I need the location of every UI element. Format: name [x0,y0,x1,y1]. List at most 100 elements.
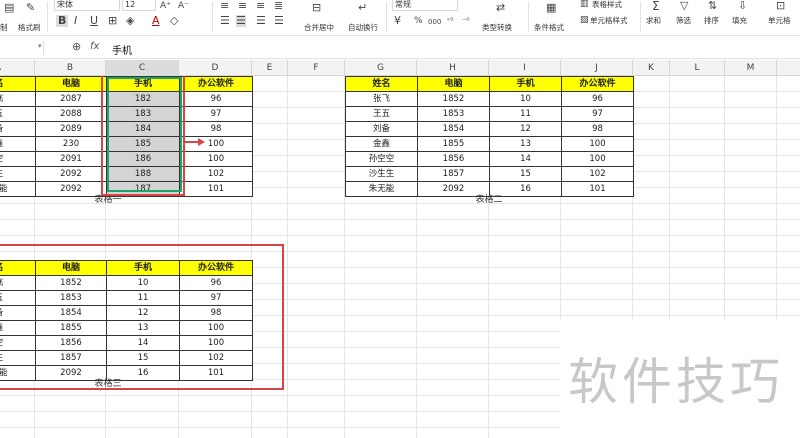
column-header-c[interactable]: C [106,60,179,76]
table-cell[interactable]: 五 [0,106,36,122]
header-cell[interactable]: 手机 [489,76,562,92]
cell-style-icon[interactable]: ▧ [580,14,589,26]
fill-button[interactable]: 填充 [732,15,747,26]
table-style-button[interactable]: 表格样式 [592,0,622,10]
thousands-icon[interactable]: 000 [428,16,441,28]
wrap-text-icon[interactable]: ↵ [358,2,367,14]
column-header-b[interactable]: B [35,60,106,76]
type-convert-button[interactable]: 类型转换 [482,22,512,33]
table-cell[interactable]: 10 [489,91,562,107]
table-cell[interactable]: 飞 [0,91,36,107]
decimal-decrease-icon[interactable]: ⁻⁰ [462,15,469,27]
table-cell[interactable]: 2089 [35,121,107,137]
table-cell[interactable]: 2087 [35,91,107,107]
font-size-select[interactable]: 12 [122,0,156,11]
table-cell[interactable]: 备 [0,121,36,137]
italic-icon[interactable]: I [74,15,77,27]
fx-icon[interactable]: fx [90,41,99,52]
table-cell[interactable]: 2088 [35,106,107,122]
merge-center-button[interactable]: 合并居中 [304,22,334,33]
number-format-select[interactable]: 常规 [392,0,458,11]
align-right-icon[interactable]: ☰ [256,15,266,27]
table-cell[interactable]: 无能 [0,181,36,197]
header-cell[interactable]: 办公软件 [561,76,634,92]
column-header-d[interactable]: D [179,60,252,76]
percent-icon[interactable]: % [414,15,423,27]
column-header-f[interactable]: F [288,60,345,76]
table-cell[interactable]: 张飞 [345,91,418,107]
column-header-i[interactable]: I [489,60,561,76]
fill-icon[interactable]: ⇩ [738,0,747,12]
table-cell[interactable]: 1852 [417,91,490,107]
table-cell[interactable]: 鑫 [0,136,36,152]
table-cell[interactable]: 101 [561,181,634,197]
table-cell[interactable]: 100 [179,151,253,167]
table-cell[interactable]: 2091 [35,151,107,167]
table-cell[interactable]: 96 [179,91,253,107]
wrap-text-button[interactable]: 自动换行 [348,22,378,33]
selection-range[interactable] [107,77,182,192]
filter-icon[interactable]: ▽ [680,0,688,12]
column-header-j[interactable]: J [561,60,633,76]
table-cell[interactable]: 230 [35,136,107,152]
underline-icon[interactable]: U [90,15,98,27]
align-top-icon[interactable]: ≡ [220,0,229,12]
format-painter-button[interactable]: 格式刷 [18,22,41,33]
clear-format-icon[interactable]: ◇ [170,15,178,27]
currency-icon[interactable]: ¥ [394,15,401,27]
table-cell[interactable]: 102 [179,166,253,182]
header-cell[interactable]: 名 [0,76,36,92]
table-cell[interactable]: 15 [489,166,562,182]
paste-icon[interactable]: ▤ [4,2,14,14]
conditional-format-icon[interactable]: ▦ [546,2,556,14]
table-cell[interactable]: 96 [561,91,634,107]
table-cell[interactable]: 空 [0,151,36,167]
conditional-format-button[interactable]: 条件格式 [534,22,564,33]
align-bottom-icon[interactable]: ≡ [256,0,265,12]
name-box-dropdown-icon[interactable]: ▾ [38,42,42,50]
align-center-icon[interactable]: ☰ [236,15,246,27]
table-cell[interactable]: 100 [179,136,253,152]
table-cell[interactable]: 102 [561,166,634,182]
sort-icon[interactable]: ⇅ [708,0,717,12]
sheet-grid[interactable]: 名电脑手机办公软件飞208718296五208818397备208918498鑫… [0,76,800,438]
table-cell[interactable]: 13 [489,136,562,152]
cell-style-button[interactable]: 单元格样式 [590,15,628,26]
table-style-icon[interactable]: ▥ [580,0,589,10]
column-header-m[interactable]: M [725,60,777,76]
table-cell[interactable]: 101 [179,181,253,197]
header-cell[interactable]: 姓名 [345,76,418,92]
align-middle-icon[interactable]: ≡ [238,0,247,12]
border-icon[interactable]: ⊞ [108,15,117,27]
table-cell[interactable]: 沙生生 [345,166,418,182]
increase-font-icon[interactable]: A⁺ [160,0,171,12]
table-cell[interactable]: 100 [561,136,634,152]
format-painter-icon[interactable]: ✎ [26,2,35,14]
column-header-a[interactable]: A [0,60,35,76]
header-cell[interactable]: 办公软件 [179,76,253,92]
table-cell[interactable]: 1856 [417,151,490,167]
cell-button[interactable]: 单元格 [768,15,791,26]
table-cell[interactable]: 1854 [417,121,490,137]
orientation-icon[interactable]: ≣ [274,0,283,12]
column-header-g[interactable]: G [345,60,417,76]
table-cell[interactable]: 孙空空 [345,151,418,167]
type-convert-icon[interactable]: ⇄ [496,2,505,14]
filter-button[interactable]: 筛选 [676,15,691,26]
sort-button[interactable]: 排序 [704,15,719,26]
fill-color-icon[interactable]: ◈ [126,15,134,27]
table-cell[interactable]: 97 [179,106,253,122]
sum-button[interactable]: 求和 [646,15,661,26]
align-left-icon[interactable]: ☰ [220,15,230,27]
header-cell[interactable]: 电脑 [35,76,107,92]
table-cell[interactable]: 98 [561,121,634,137]
table-cell[interactable]: 14 [489,151,562,167]
table-cell[interactable]: 97 [561,106,634,122]
column-header-n[interactable]: N [777,60,800,76]
column-header-h[interactable]: H [417,60,489,76]
sum-icon[interactable]: Σ [652,0,660,12]
decimal-increase-icon[interactable]: ⁺⁰ [446,15,453,27]
table-cell[interactable]: 1853 [417,106,490,122]
table-cell[interactable]: 朱无能 [345,181,418,197]
table-cell[interactable]: 11 [489,106,562,122]
